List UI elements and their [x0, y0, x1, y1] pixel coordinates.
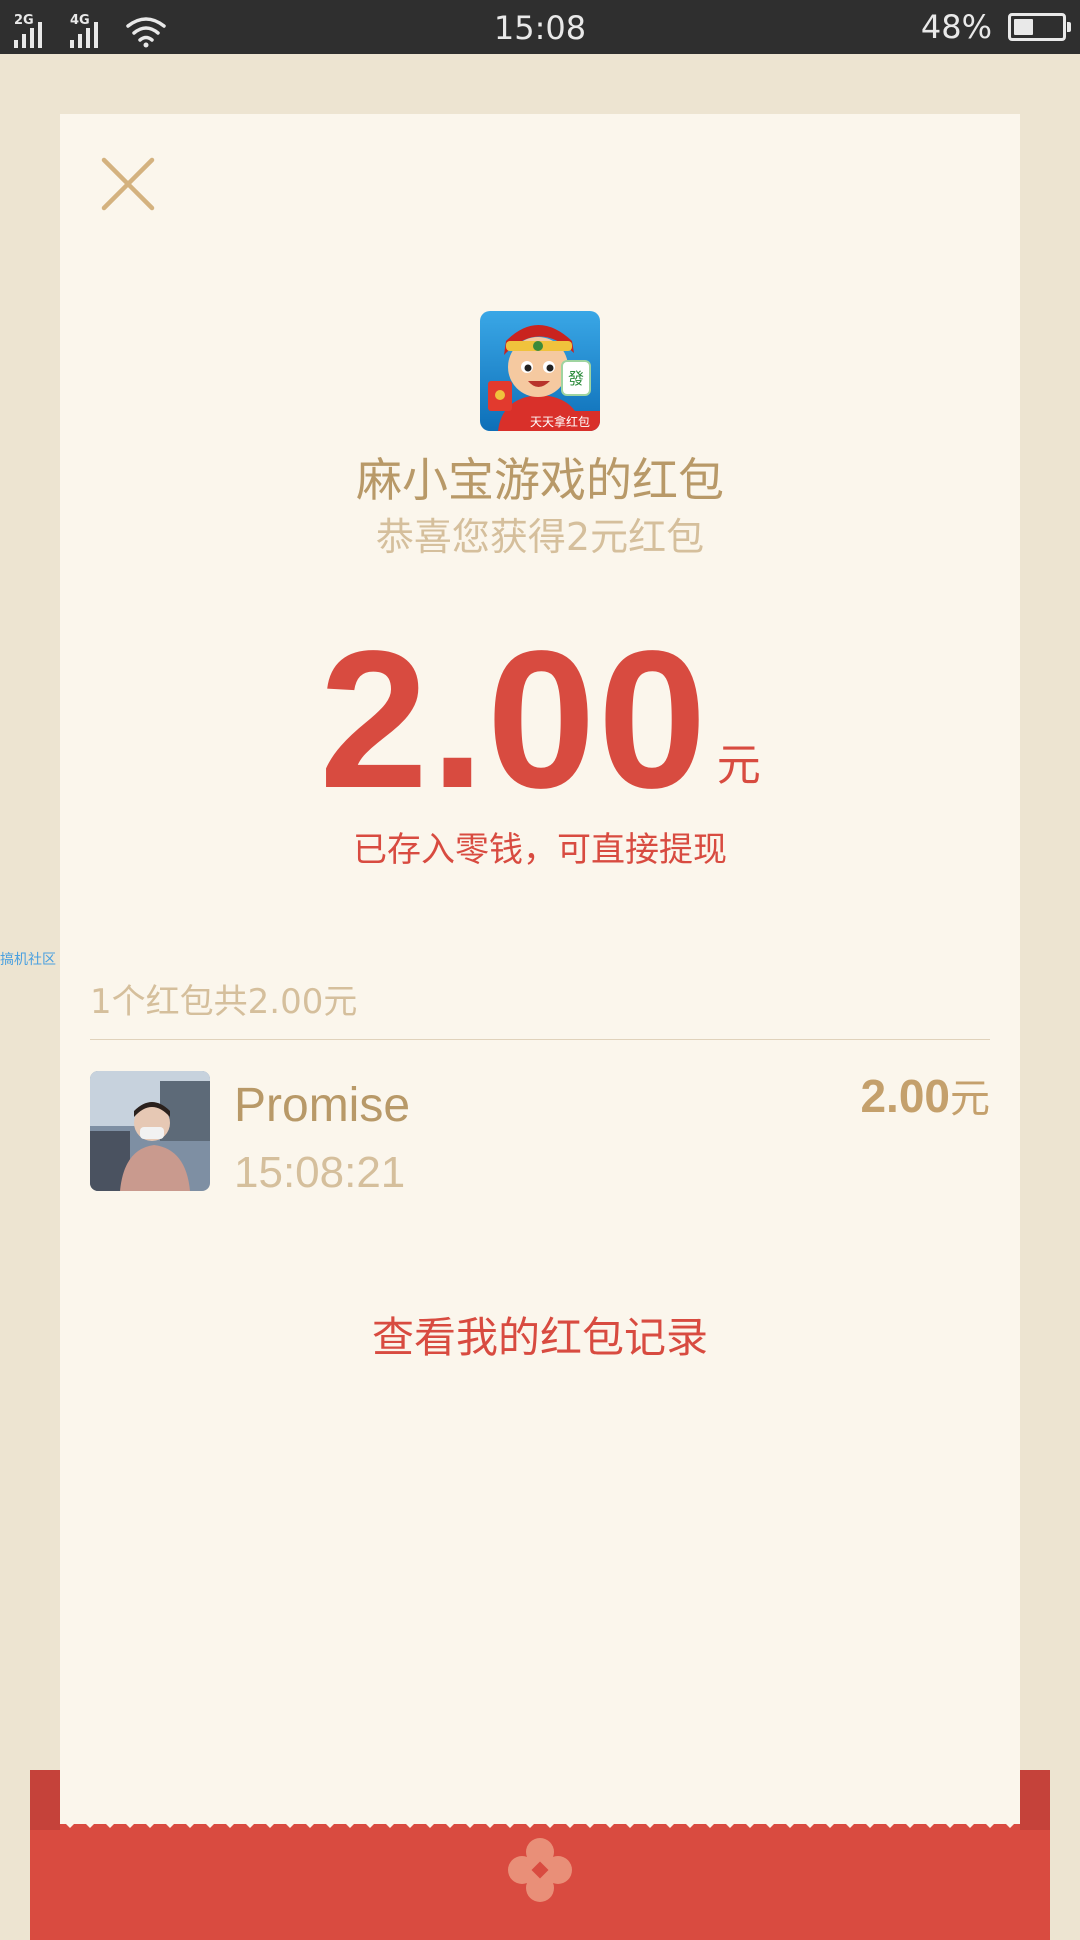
sender-app-icon: 發 天天拿红包 [480, 311, 600, 431]
battery-indicator: 48% [920, 0, 1071, 54]
avatar[interactable] [90, 1071, 210, 1191]
envelope-flower-icon [508, 1838, 572, 1902]
paper-torn-edge [60, 1818, 1020, 1828]
envelope-left-flap [30, 1770, 60, 1830]
envelope-right-flap [1020, 1770, 1050, 1830]
close-icon[interactable] [100, 156, 156, 212]
packet-summary: 1个红包共2.00元 [90, 982, 358, 1022]
record-amount-value: 2.00 [860, 1070, 950, 1122]
list-item[interactable]: Promise 15:08:21 2.00元 [90, 1068, 990, 1197]
view-my-records-link[interactable]: 查看我的红包记录 [60, 1310, 1020, 1366]
record-amount-unit: 元 [950, 1076, 990, 1122]
battery-icon [1008, 13, 1071, 41]
watermark: 搞机社区 [0, 952, 56, 968]
battery-percent: 48% [920, 8, 992, 46]
received-amount: 2.00 元 [60, 610, 1020, 829]
status-bar: 2G 4G 15:08 48% [0, 0, 1080, 54]
app-icon-caption: 天天拿红包 [530, 414, 590, 429]
record-name: Promise [234, 1079, 411, 1132]
divider [90, 1039, 990, 1040]
svg-text:發: 發 [568, 369, 584, 388]
record-amount: 2.00元 [860, 1068, 990, 1135]
deposit-note: 已存入零钱，可直接提现 [353, 830, 727, 870]
amount-value: 2.00 [319, 610, 709, 829]
battery-fill [1014, 19, 1033, 35]
status-time: 15:08 [493, 9, 587, 47]
amount-unit: 元 [716, 740, 761, 791]
red-packet-sender-title: 麻小宝游戏的红包 [356, 453, 724, 507]
red-packet-greeting: 恭喜您获得2元红包 [375, 515, 705, 559]
record-time: 15:08:21 [234, 1148, 406, 1197]
